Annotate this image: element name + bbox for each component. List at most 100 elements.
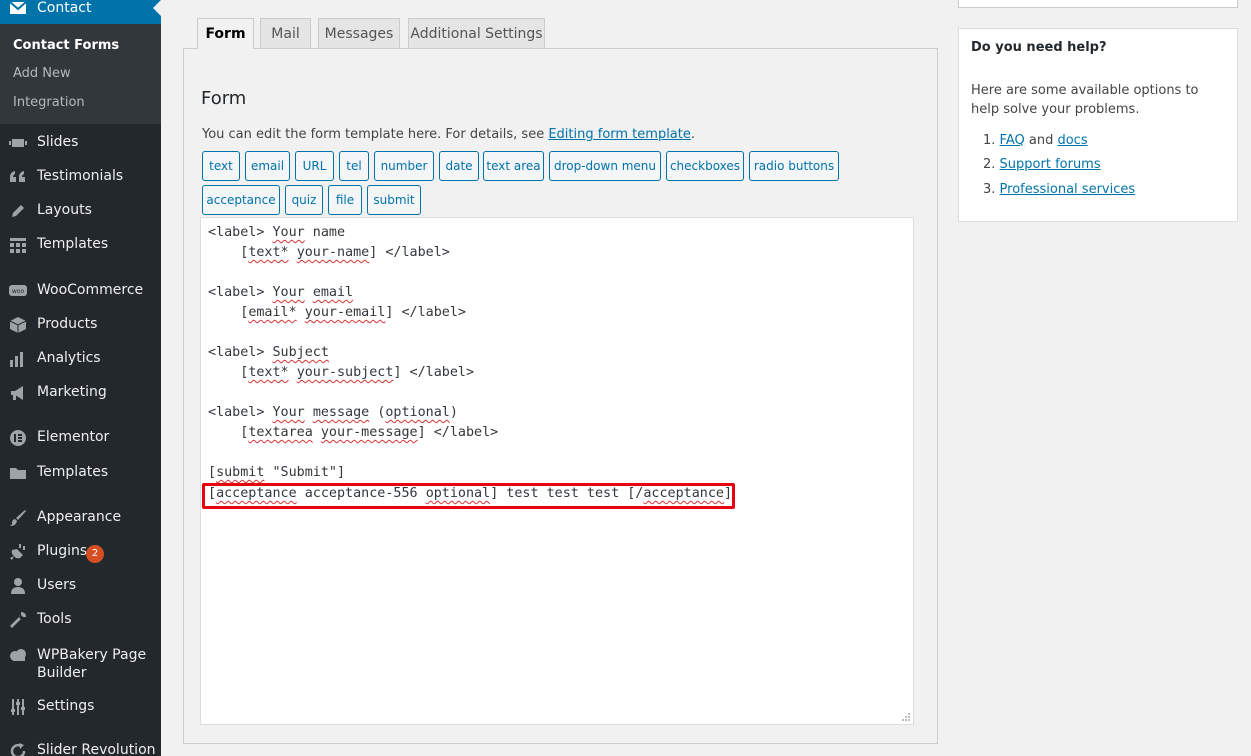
cloud-icon <box>10 649 26 661</box>
admin-sidebar: Contact Contact Forms Add New Integratio… <box>0 0 161 756</box>
sidebar-item-label: Appearance <box>37 509 122 525</box>
sidebar-item-label: WPBakery Page Builder <box>37 647 147 681</box>
sidebar-item-marketing[interactable]: Marketing <box>0 376 161 410</box>
sidebar-item-label: Marketing <box>37 384 107 400</box>
tag-button-acceptance[interactable]: acceptance <box>202 185 280 215</box>
help-text: Here are some available options to help … <box>971 83 1199 117</box>
sidebar-item-slider-revolution[interactable]: Slider Revolution <box>0 734 161 756</box>
sidebar-box-top <box>958 0 1238 8</box>
faq-link[interactable]: FAQ <box>1000 133 1025 148</box>
sidebar-item-label: Plugins <box>37 543 88 559</box>
sidebar-item-label: Templates <box>37 464 109 480</box>
submenu-add-new[interactable]: Add New <box>13 66 71 82</box>
sidebar-item-tools[interactable]: Tools <box>0 603 161 637</box>
user-icon <box>11 578 25 594</box>
tag-button-dropdown[interactable]: drop-down menu <box>549 151 661 181</box>
sidebar-item-plugins[interactable]: Plugins 2 <box>0 535 161 569</box>
woocommerce-icon: woo <box>9 285 27 296</box>
sidebar-item-analytics[interactable]: Analytics <box>0 342 161 376</box>
tag-button-submit[interactable]: submit <box>367 185 421 215</box>
tag-button-radio[interactable]: radio buttons <box>749 151 839 181</box>
sidebar-item-appearance[interactable]: Appearance <box>0 501 161 535</box>
form-template-editor[interactable]: <label> Your name [text* your-name] </la… <box>200 217 914 725</box>
list-number: 2. <box>983 157 996 172</box>
sidebar-item-woocommerce[interactable]: woo WooCommerce <box>0 274 161 308</box>
sidebar-item-label: Settings <box>37 698 95 714</box>
panel-title: Form <box>201 88 247 109</box>
list-number: 1. <box>983 133 996 148</box>
tab-form[interactable]: Form <box>197 18 254 49</box>
tag-button-tel[interactable]: tel <box>339 151 369 181</box>
tag-button-textarea[interactable]: text area <box>483 151 544 181</box>
sidebar-item-label: Layouts <box>37 202 92 218</box>
folder-icon <box>10 468 26 479</box>
sidebar-item-label: Analytics <box>37 350 101 366</box>
sidebar-item-layouts[interactable]: Layouts <box>0 194 161 228</box>
slides-icon <box>9 139 27 147</box>
elementor-icon <box>10 430 26 446</box>
sidebar-item-products[interactable]: Products <box>0 308 161 342</box>
sidebar-item-contact[interactable]: Contact <box>0 0 161 24</box>
editing-form-template-link[interactable]: Editing form template <box>548 127 691 142</box>
sidebar-item-label: Slides <box>37 134 79 150</box>
tag-button-checkboxes[interactable]: checkboxes <box>666 151 744 181</box>
code-line: <label> Your name <box>208 225 346 240</box>
templates-grid-icon <box>10 238 26 253</box>
sidebar-item-label: Users <box>37 577 77 593</box>
code-line: [text* your-subject] </label> <box>208 365 475 380</box>
tab-messages[interactable]: Messages <box>318 18 400 48</box>
resize-grip-icon[interactable] <box>901 712 911 722</box>
tab-mail[interactable]: Mail <box>260 18 311 48</box>
submenu-integration[interactable]: Integration <box>13 95 85 111</box>
help-box: Do you need help? Here are some availabl… <box>958 28 1238 222</box>
tab-additional-settings[interactable]: Additional Settings <box>408 18 545 48</box>
submenu-contact-forms[interactable]: Contact Forms <box>13 38 119 54</box>
box-icon <box>9 317 27 333</box>
form-panel: Form You can edit the form template here… <box>183 48 938 744</box>
highlight-annotation-box <box>202 483 735 509</box>
tag-button-number[interactable]: number <box>374 151 434 181</box>
sidebar-item-slides[interactable]: Slides <box>0 126 161 160</box>
paintbrush-icon <box>10 510 26 526</box>
plug-icon <box>10 544 25 560</box>
pencil-icon <box>12 205 24 217</box>
tag-button-url[interactable]: URL <box>295 151 334 181</box>
code-line: [email* your-email] </label> <box>208 305 466 320</box>
tag-button-file[interactable]: file <box>328 185 362 215</box>
help-list-item: 2. Support forums <box>983 157 1101 172</box>
sidebar-item-templates-elementor[interactable]: Templates <box>0 456 161 490</box>
sidebar-item-label: Tools <box>37 611 72 627</box>
sidebar-item-elementor[interactable]: Elementor <box>0 421 161 455</box>
form-description: You can edit the form template here. For… <box>202 127 695 142</box>
sidebar-item-settings[interactable]: Settings <box>0 690 161 724</box>
support-forums-link[interactable]: Support forums <box>1000 157 1101 172</box>
sidebar-item-label: Products <box>37 316 98 332</box>
professional-services-link[interactable]: Professional services <box>1000 182 1136 197</box>
sidebar-item-label: Testimonials <box>37 168 124 184</box>
tag-button-email[interactable]: email <box>245 151 290 181</box>
tag-button-date[interactable]: date <box>439 151 479 181</box>
code-line: <label> Your message (optional) <box>208 405 458 420</box>
sliders-icon <box>11 699 25 715</box>
help-list-item: 3. Professional services <box>983 182 1135 197</box>
bar-chart-icon <box>10 352 23 367</box>
sidebar-item-wpbakery[interactable]: WPBakery Page Builder <box>0 638 161 688</box>
sidebar-item-users[interactable]: Users <box>0 569 161 603</box>
refresh-icon <box>10 743 26 756</box>
sidebar-item-templates[interactable]: Templates <box>0 228 161 262</box>
quote-icon <box>10 171 25 182</box>
envelope-icon <box>9 1 27 14</box>
sidebar-item-label: WooCommerce <box>37 282 144 298</box>
tag-button-text[interactable]: text <box>202 151 240 181</box>
sidebar-item-testimonials[interactable]: Testimonials <box>0 160 161 194</box>
tag-button-quiz[interactable]: quiz <box>285 185 323 215</box>
wrench-icon <box>10 612 26 628</box>
code-line: [submit "Submit"] <box>208 465 346 480</box>
help-list-item: 1. FAQ and docs <box>983 133 1088 148</box>
sidebar-item-label: Contact <box>37 0 92 16</box>
code-line: [text* your-name] </label> <box>208 245 450 260</box>
megaphone-icon <box>11 386 23 400</box>
code-line: <label> Subject <box>208 345 329 360</box>
current-menu-arrow <box>153 0 161 16</box>
docs-link[interactable]: docs <box>1057 133 1087 148</box>
